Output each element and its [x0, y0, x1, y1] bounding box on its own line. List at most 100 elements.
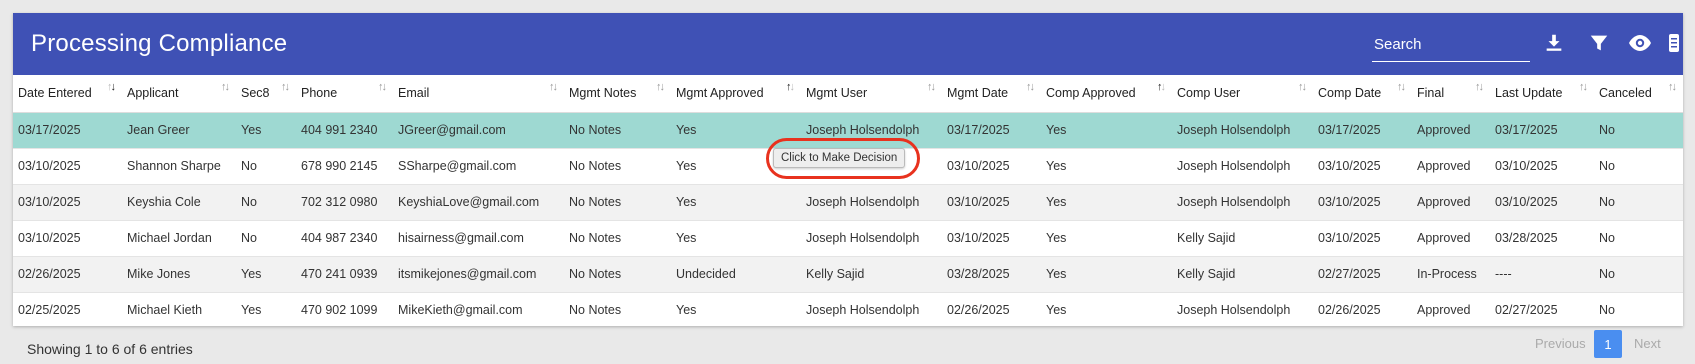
sort-icon[interactable]: ↑↓: [1579, 81, 1588, 93]
column-header[interactable]: Final ↑↓: [1412, 75, 1490, 113]
download-icon[interactable]: [1541, 30, 1567, 56]
column-header[interactable]: Sec8 ↑↓: [236, 75, 296, 113]
compliance-table: Date Entered ↑↓ Applicant ↑↓ Sec8 ↑↓ Phone ↑↓ Em…: [13, 75, 1683, 326]
table-row[interactable]: 02/25/2025 Michael Kieth Yes 470 902 1099 Mi…: [13, 292, 1683, 326]
sort-icon[interactable]: ↑↓: [656, 81, 665, 93]
table-row[interactable]: 02/26/2025 Mike Jones Yes 470 241 0939 itsmi…: [13, 256, 1683, 293]
table-cell: 470 241 0939: [296, 256, 393, 293]
column-header[interactable]: Date Entered ↑↓: [13, 75, 122, 113]
column-header[interactable]: Mgmt Date ↑↓: [942, 75, 1041, 113]
entries-info: Showing 1 to 6 of 6 entries: [27, 341, 193, 357]
sort-icon[interactable]: ↑↓: [927, 81, 936, 93]
table-cell: 02/26/2025: [942, 292, 1041, 326]
table-cell: Joseph Holsendolph: [1172, 112, 1313, 149]
table-cell: No Notes: [564, 184, 671, 221]
sort-icon[interactable]: ↑↓: [1668, 81, 1677, 93]
columns-icon[interactable]: [1665, 30, 1683, 56]
table-cell: Approved: [1412, 184, 1490, 221]
filter-icon[interactable]: [1586, 30, 1612, 56]
table-cell: 03/17/2025: [942, 112, 1041, 149]
table-cell: Yes: [1041, 184, 1172, 221]
table-cell: No Notes: [564, 112, 671, 149]
column-header-label: Mgmt Notes: [569, 86, 637, 101]
sort-icon[interactable]: ↑↓: [549, 81, 558, 93]
table-cell: 03/17/2025: [1313, 112, 1412, 149]
column-header-label: Canceled: [1599, 86, 1652, 101]
column-header[interactable]: Mgmt User ↑↓: [801, 75, 942, 113]
sort-icon[interactable]: ↑↓: [1475, 81, 1484, 93]
table-cell: Undecided: [671, 256, 801, 293]
table-cell: No Notes: [564, 148, 671, 185]
column-header-label: Final: [1417, 86, 1445, 101]
table-cell: Kelly Sajid: [1172, 256, 1313, 293]
table-cell: No: [236, 220, 296, 257]
table-cell: Joseph Holsendolph: [1172, 184, 1313, 221]
table-cell: Shannon Sharpe: [122, 148, 236, 185]
column-header-label: Phone: [301, 86, 338, 101]
column-header-label: Last Update: [1495, 86, 1563, 101]
column-header[interactable]: Mgmt Notes ↑↓: [564, 75, 671, 113]
table-cell: 03/17/2025: [13, 112, 122, 149]
table-cell: Joseph Holsendolph: [801, 184, 942, 221]
eye-icon[interactable]: [1627, 30, 1653, 56]
table-cell: No: [1594, 148, 1683, 185]
table-cell: In-Process: [1412, 256, 1490, 293]
table-cell: No: [1594, 220, 1683, 257]
table-cell: Kelly Sajid: [1172, 220, 1313, 257]
sort-icon[interactable]: ↑↓: [281, 81, 290, 93]
page-1-button[interactable]: 1: [1594, 330, 1622, 358]
table-cell: No Notes: [564, 220, 671, 257]
table-cell: 03/10/2025: [1490, 184, 1594, 221]
column-header[interactable]: Applicant ↑↓: [122, 75, 236, 113]
column-header[interactable]: Comp User ↑↓: [1172, 75, 1313, 113]
table-cell: JGreer@gmail.com: [393, 112, 564, 149]
table-cell: 03/10/2025: [942, 184, 1041, 221]
sort-icon[interactable]: ↑↓: [1397, 81, 1406, 93]
column-header[interactable]: Email ↑↓: [393, 75, 564, 113]
sort-icon[interactable]: ↑↓: [378, 81, 387, 93]
table-cell: Yes: [671, 292, 801, 326]
sort-icon[interactable]: ↑↓: [107, 81, 116, 93]
table-cell: Approved: [1412, 220, 1490, 257]
table-cell: 03/10/2025: [13, 148, 122, 185]
table-cell: 03/10/2025: [13, 184, 122, 221]
tooltip: Click to Make Decision: [773, 148, 906, 168]
table-cell: KeyshiaLove@gmail.com: [393, 184, 564, 221]
table-cell: Michael Kieth: [122, 292, 236, 326]
table-cell: 404 987 2340: [296, 220, 393, 257]
column-header[interactable]: Comp Date ↑↓: [1313, 75, 1412, 113]
table-cell: Joseph Holsendolph: [1172, 148, 1313, 185]
table-cell: 02/26/2025: [13, 256, 122, 293]
previous-page-button[interactable]: Previous: [1535, 336, 1586, 351]
table-cell: Yes: [236, 256, 296, 293]
column-header[interactable]: Last Update ↑↓: [1490, 75, 1594, 113]
card-header: Processing Compliance: [13, 13, 1683, 75]
sort-icon[interactable]: ↑↓: [786, 81, 795, 93]
table-cell: Joseph Holsendolph: [801, 220, 942, 257]
search-box[interactable]: [1372, 28, 1530, 62]
table-cell: 03/10/2025: [942, 220, 1041, 257]
table-row[interactable]: 03/10/2025 Keyshia Cole No 702 312 0980 Keys…: [13, 184, 1683, 221]
table-cell: Joseph Holsendolph: [1172, 292, 1313, 326]
table-cell: Yes: [236, 292, 296, 326]
column-header-label: Mgmt Approved: [676, 86, 764, 101]
table-cell: Yes: [671, 220, 801, 257]
column-header[interactable]: Mgmt Approved ↑↓: [671, 75, 801, 113]
sort-icon[interactable]: ↑↓: [221, 81, 230, 93]
column-header[interactable]: Canceled ↑↓: [1594, 75, 1683, 113]
next-page-button[interactable]: Next: [1634, 336, 1661, 351]
column-header-label: Email: [398, 86, 430, 101]
table-cell: Yes: [1041, 148, 1172, 185]
table-cell: Approved: [1412, 112, 1490, 149]
column-header[interactable]: Phone ↑↓: [296, 75, 393, 113]
search-input[interactable]: [1372, 36, 1530, 53]
table-cell: SSharpe@gmail.com: [393, 148, 564, 185]
table-cell: Michael Jordan: [122, 220, 236, 257]
table-row[interactable]: 03/10/2025 Michael Jordan No 404 987 2340 hi…: [13, 220, 1683, 257]
table-cell: MikeKieth@gmail.com: [393, 292, 564, 326]
sort-icon[interactable]: ↑↓: [1026, 81, 1035, 93]
sort-icon[interactable]: ↑↓: [1298, 81, 1307, 93]
sort-icon[interactable]: ↑↓: [1157, 81, 1166, 93]
column-header[interactable]: Comp Approved ↑↓: [1041, 75, 1172, 113]
table-cell: 02/26/2025: [1313, 292, 1412, 326]
